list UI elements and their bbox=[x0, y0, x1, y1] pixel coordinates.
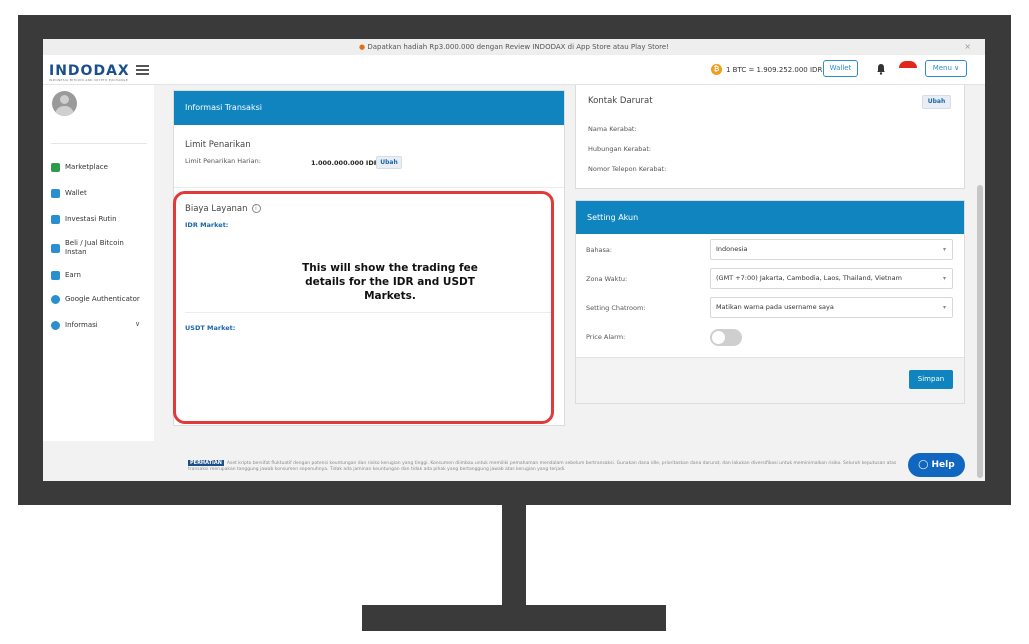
bitcoin-icon: ₿ bbox=[711, 64, 722, 75]
chevron-down-icon: ▾ bbox=[942, 304, 946, 311]
promo-text: Dapatkan hadiah Rp3.000.000 dengan Revie… bbox=[367, 43, 670, 51]
avatar[interactable] bbox=[52, 91, 77, 116]
disclaimer: PERHATIAN Aset kripto bersifat fluktuatif… bbox=[188, 460, 908, 473]
setting-footer: Simpan bbox=[576, 357, 964, 403]
zona-waktu-select[interactable]: (GMT +7:00) Jakarta, Cambodia, Laos, Tha… bbox=[710, 268, 953, 289]
sidebar-item-label: Informasi bbox=[65, 321, 98, 329]
sidebar-item-wallet[interactable]: Wallet bbox=[51, 189, 151, 198]
chevron-down-icon: ▾ bbox=[942, 275, 946, 282]
sidebar-item-investasi-rutin[interactable]: Investasi Rutin bbox=[51, 215, 151, 224]
sidebar-item-label: Earn bbox=[65, 271, 81, 279]
annotation-text: This will show the trading fee details f… bbox=[302, 262, 478, 302]
ubah-limit-button[interactable]: Ubah bbox=[376, 156, 402, 169]
wallet-button[interactable]: Wallet bbox=[823, 60, 858, 77]
zona-waktu-value: (GMT +7:00) Jakarta, Cambodia, Laos, Tha… bbox=[716, 274, 902, 282]
monitor-stand-neck bbox=[502, 505, 526, 607]
chatroom-label: Setting Chatroom: bbox=[586, 304, 646, 312]
bahasa-label: Bahasa: bbox=[586, 246, 613, 254]
top-navbar: INDODAX INDONESIA BITCOIN AND CRYPTO EXC… bbox=[43, 55, 985, 85]
sidebar-item-marketplace[interactable]: Marketplace bbox=[51, 163, 151, 172]
disclaimer-text: Aset kripto bersifat fluktuatif dengan p… bbox=[188, 461, 897, 472]
sidebar-item-earn[interactable]: Earn bbox=[51, 271, 151, 280]
price-alarm-label: Price Alarm: bbox=[586, 333, 626, 341]
btc-rate-text: 1 BTC = 1.909.252.000 IDR bbox=[726, 65, 823, 74]
ubah-kontak-button[interactable]: Ubah bbox=[922, 95, 951, 109]
nomor-telepon-label: Nomor Telepon Kerabat: bbox=[588, 165, 667, 173]
setting-akun-card: Setting Akun Bahasa: Indonesia ▾ Zona Wak… bbox=[575, 200, 965, 404]
informasi-transaksi-header: Informasi Transaksi bbox=[174, 91, 564, 125]
earn-icon bbox=[51, 271, 60, 280]
chatroom-value: Matikan warna pada username saya bbox=[716, 303, 834, 311]
sidebar-item-beli-jual[interactable]: Beli / Jual Bitcoin Instan bbox=[51, 239, 131, 257]
monitor-stand-base bbox=[362, 605, 666, 631]
help-label: Help bbox=[931, 460, 955, 470]
simpan-button[interactable]: Simpan bbox=[909, 370, 953, 389]
info-icon bbox=[51, 321, 60, 330]
chatroom-select[interactable]: Matikan warna pada username saya ▾ bbox=[710, 297, 953, 318]
screen: ● Dapatkan hadiah Rp3.000.000 dengan Rev… bbox=[43, 39, 985, 481]
hubungan-kerabat-label: Hubungan Kerabat: bbox=[588, 145, 652, 153]
setting-akun-header: Setting Akun bbox=[576, 201, 964, 234]
bahasa-select[interactable]: Indonesia ▾ bbox=[710, 239, 953, 260]
chevron-down-icon[interactable]: ∨ bbox=[135, 320, 140, 328]
bahasa-value: Indonesia bbox=[716, 245, 748, 253]
help-button[interactable]: ◯ Help bbox=[908, 453, 965, 477]
bell-icon[interactable] bbox=[875, 63, 887, 75]
sidebar-divider bbox=[51, 143, 147, 144]
btc-rate: ₿ 1 BTC = 1.909.252.000 IDR bbox=[711, 64, 822, 75]
highlight-box bbox=[173, 191, 554, 424]
sidebar-item-label: Investasi Rutin bbox=[65, 215, 117, 223]
chevron-down-icon: ▾ bbox=[942, 246, 946, 253]
coin-icon: ● bbox=[358, 43, 366, 51]
google-auth-icon bbox=[51, 295, 60, 304]
sidebar-item-label: Wallet bbox=[65, 189, 87, 197]
calendar-icon bbox=[51, 215, 60, 224]
logo-tagline: INDONESIA BITCOIN AND CRYPTO EXCHANGE bbox=[49, 78, 128, 82]
perhatian-badge: PERHATIAN bbox=[188, 460, 224, 466]
indodax-logo[interactable]: INDODAX bbox=[49, 63, 130, 79]
chart-icon bbox=[51, 163, 60, 172]
kontak-darurat-title: Kontak Darurat bbox=[588, 96, 653, 106]
chat-icon: ◯ bbox=[918, 460, 929, 470]
hamburger-icon[interactable] bbox=[136, 65, 149, 75]
limit-harian-label: Limit Penarikan Harian: bbox=[185, 157, 261, 165]
sidebar-item-google-authenticator[interactable]: Google Authenticator bbox=[51, 295, 151, 304]
divider bbox=[174, 187, 564, 188]
sidebar-item-informasi[interactable]: Informasi ∨ bbox=[51, 320, 151, 330]
nama-kerabat-label: Nama Kerabat: bbox=[588, 125, 637, 133]
limit-harian-value: 1.000.000.000 IDR bbox=[311, 159, 379, 167]
scrollbar[interactable] bbox=[977, 185, 983, 478]
sidebar-item-label: Beli / Jual Bitcoin Instan bbox=[65, 239, 124, 256]
wallet-icon bbox=[51, 189, 60, 198]
price-alarm-toggle[interactable] bbox=[710, 329, 742, 346]
zona-waktu-label: Zona Waktu: bbox=[586, 275, 628, 283]
kontak-darurat-card: Kontak Darurat Ubah Nama Kerabat: Hubung… bbox=[575, 85, 965, 189]
exchange-icon bbox=[51, 243, 60, 253]
promo-banner[interactable]: ● Dapatkan hadiah Rp3.000.000 dengan Rev… bbox=[43, 39, 985, 55]
sidebar-item-label: Marketplace bbox=[65, 163, 108, 171]
menu-button[interactable]: Menu ∨ bbox=[925, 60, 967, 77]
sidebar-item-label: Google Authenticator bbox=[65, 295, 140, 303]
sidebar: Marketplace Wallet Investasi Rutin Beli … bbox=[43, 85, 154, 441]
close-icon[interactable]: × bbox=[964, 39, 971, 55]
limit-penarikan-title: Limit Penarikan bbox=[185, 140, 251, 150]
indonesia-flag-icon[interactable] bbox=[899, 61, 917, 75]
